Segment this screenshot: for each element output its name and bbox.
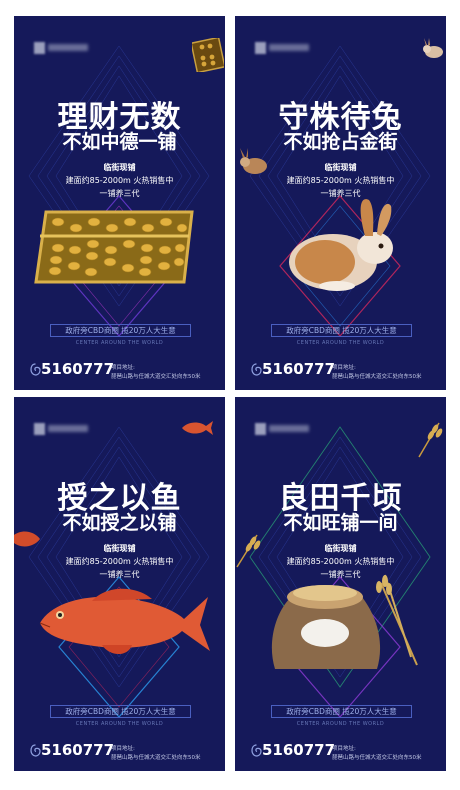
slogan-english: CENTER AROUND THE WORLD — [75, 721, 164, 727]
phone-logo-icon — [30, 363, 41, 376]
detail-1: 临街现铺 — [103, 163, 136, 172]
abacus-icon — [34, 210, 194, 284]
fish-icon — [39, 588, 210, 654]
address: 琵琶山路与任城大道交汇处向东50米 — [111, 755, 201, 761]
phone-number: 5160777 — [41, 360, 115, 378]
small-abacus-icon — [192, 38, 224, 72]
slogan-box: 政府旁CBD商圈 揽20万人大生意 — [271, 705, 412, 718]
slogan-english: CENTER AROUND THE WORLD — [75, 340, 164, 346]
address-label: 项目地址: — [111, 365, 135, 371]
subline: 不如旺铺一间 — [283, 512, 398, 534]
small-rabbit-icon — [423, 38, 443, 58]
phone-logo-icon — [30, 744, 41, 757]
poster-grain: 良田千顷 不如旺铺一间 临街现铺 建面约85-2000m 火热销售中 一铺养三代… — [235, 397, 446, 771]
detail-2: 建面约85-2000m 火热销售中 — [65, 176, 174, 185]
detail-2: 建面约85-2000m 火热销售中 — [286, 176, 395, 185]
brand-logo — [255, 423, 310, 435]
phone-number: 5160777 — [262, 741, 336, 759]
slogan-box: 政府旁CBD商圈 揽20万人大生意 — [50, 705, 191, 718]
brand-logo — [34, 42, 89, 54]
address-label: 项目地址: — [332, 746, 356, 752]
phone-number: 5160777 — [262, 360, 336, 378]
detail-3: 一铺养三代 — [99, 189, 140, 198]
subline: 不如授之以铺 — [62, 512, 177, 534]
address: 琵琶山路与任城大道交汇处向东50米 — [111, 374, 201, 380]
address-label: 项目地址: — [111, 746, 135, 752]
wheat-icon — [418, 422, 443, 458]
brand-logo — [34, 423, 89, 435]
detail-1: 临街现铺 — [324, 544, 357, 553]
detail-3: 一铺养三代 — [99, 570, 140, 579]
small-fish-icon — [182, 421, 213, 435]
small-rabbit-icon — [240, 148, 267, 174]
poster-rabbit: 守株待兔 不如抢占金街 临街现铺 建面约85-2000m 火热销售中 一铺养三代… — [235, 16, 446, 390]
brand-logo — [255, 42, 310, 54]
slogan-box: 政府旁CBD商圈 揽20万人大生意 — [50, 324, 191, 337]
detail-2: 建面约85-2000m 火热销售中 — [286, 557, 395, 566]
slogan-box: 政府旁CBD商圈 揽20万人大生意 — [271, 324, 412, 337]
slogan-english: CENTER AROUND THE WORLD — [296, 340, 385, 346]
detail-2: 建面约85-2000m 火热销售中 — [65, 557, 174, 566]
address: 琵琶山路与任城大道交汇处向东50米 — [332, 755, 422, 761]
small-fish-icon — [14, 531, 40, 547]
wheat-icon — [236, 534, 261, 568]
poster-fish: 授之以鱼 不如授之以铺 临街现铺 建面约85-2000m 火热销售中 一铺养三代… — [14, 397, 225, 771]
phone-number: 5160777 — [41, 741, 115, 759]
phone-logo-icon — [251, 363, 262, 376]
detail-1: 临街现铺 — [103, 544, 136, 553]
subline: 不如中德一铺 — [62, 131, 177, 153]
address: 琵琶山路与任城大道交汇处向东50米 — [332, 374, 422, 380]
poster-abacus: 理财无数 不如中德一铺 临街现铺 建面约85-2000m 火热销售中 一铺养三代… — [14, 16, 225, 390]
phone-logo-icon — [251, 744, 262, 757]
rabbit-icon — [289, 199, 393, 291]
slogan-english: CENTER AROUND THE WORLD — [296, 721, 385, 727]
grain-sack-icon — [271, 574, 418, 669]
address-label: 项目地址: — [332, 365, 356, 371]
